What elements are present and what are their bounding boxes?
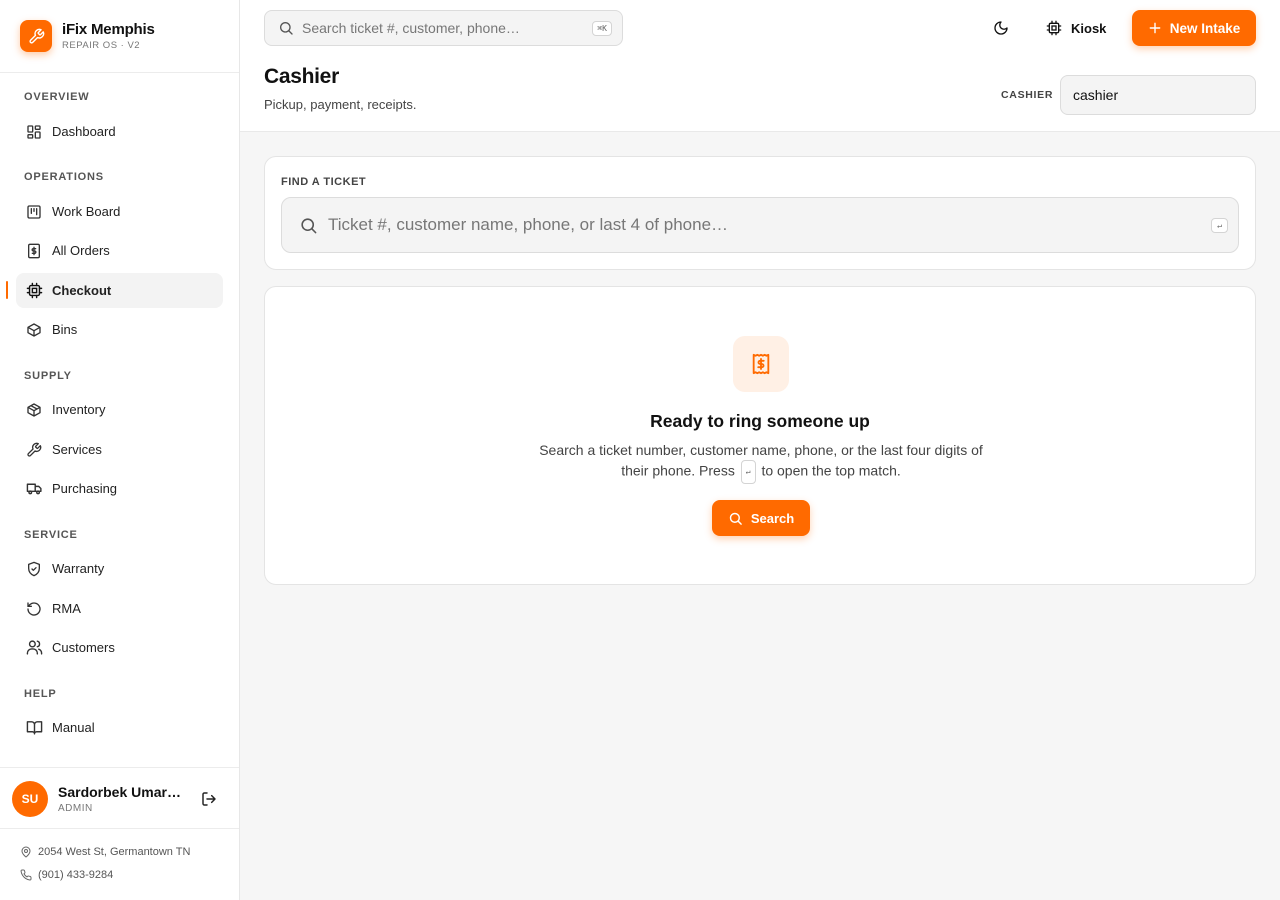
- sidebar-item-label: RMA: [52, 601, 81, 616]
- sidebar-item-label: Purchasing: [52, 481, 118, 496]
- search-button[interactable]: Search: [712, 500, 810, 536]
- user-name: Sardorbek Umarov: [58, 784, 183, 800]
- page-subtitle: Pickup, payment, receipts.: [264, 97, 417, 112]
- sidebar-item-services[interactable]: Services: [16, 432, 223, 467]
- global-search-placeholder: Search ticket #, customer, phone…: [302, 20, 520, 36]
- sidebar-item-work-board[interactable]: Work Board: [16, 194, 223, 229]
- chip-icon: [25, 282, 43, 300]
- theme-toggle-moon-icon[interactable]: [988, 15, 1014, 41]
- cashier-label: CASHIER: [1001, 89, 1054, 101]
- logout-icon[interactable]: [199, 789, 219, 809]
- nav-section-service: SERVICE: [24, 529, 78, 541]
- phone-icon: [20, 869, 32, 881]
- sidebar-item-label: Warranty: [52, 561, 105, 576]
- sidebar-item-customers[interactable]: Customers: [16, 630, 223, 665]
- search-shortcut-hint: ⌘K: [592, 20, 612, 36]
- dashboard-icon: [25, 123, 43, 141]
- user-block: SU Sardorbek Umarov ADMIN: [0, 767, 239, 829]
- find-ticket-label: FIND A TICKET: [281, 176, 367, 188]
- sidebar-item-purchasing[interactable]: Purchasing: [16, 471, 223, 506]
- sidebar-item-label: Inventory: [52, 402, 106, 417]
- empty-state-title: Ready to ring someone up: [650, 411, 870, 431]
- nav-section-overview: OVERVIEW: [24, 91, 90, 103]
- sidebar-item-warranty[interactable]: Warranty: [16, 551, 223, 586]
- kiosk-button[interactable]: Kiosk: [1040, 13, 1112, 43]
- search-button-label: Search: [750, 510, 795, 526]
- book-icon: [25, 719, 43, 737]
- sidebar-item-label: Checkout: [52, 283, 112, 298]
- user-role: ADMIN: [58, 803, 93, 814]
- new-intake-button[interactable]: New Intake: [1132, 10, 1256, 46]
- page-title: Cashier: [264, 65, 339, 88]
- search-icon: [728, 511, 743, 526]
- find-ticket-card: FIND A TICKET Ticket #, customer name, p…: [264, 156, 1256, 270]
- sidebar-item-label: All Orders: [52, 243, 110, 258]
- sidebar-item-label: Services: [52, 442, 102, 457]
- brand-logo-wrench-icon: [20, 20, 52, 52]
- enter-key-hint: ↵: [1211, 217, 1228, 233]
- receipt-dollar-icon: [733, 336, 789, 392]
- ticket-search-input[interactable]: Ticket #, customer name, phone, or last …: [281, 197, 1239, 253]
- store-address: 2054 West St, Germantown TN: [20, 846, 190, 858]
- sidebar-item-label: Dashboard: [52, 124, 116, 139]
- brand-subtitle: REPAIR OS · V2: [62, 40, 141, 51]
- sidebar-item-inventory[interactable]: Inventory: [16, 392, 223, 427]
- store-phone-text: (901) 433-9284: [38, 869, 114, 881]
- nav-section-operations: OPERATIONS: [24, 171, 104, 183]
- wrench-icon: [25, 441, 43, 459]
- map-pin-icon: [20, 846, 32, 858]
- empty-desc-text-end: to open the top match.: [761, 462, 901, 479]
- empty-state-description: Search a ticket number, customer name, p…: [531, 440, 991, 484]
- sidebar-item-label: Manual: [52, 720, 95, 735]
- search-icon: [299, 216, 318, 235]
- nav-section-help: HELP: [24, 688, 57, 700]
- box-icon: [25, 321, 43, 339]
- empty-state-card: Ready to ring someone up Search a ticket…: [264, 286, 1256, 585]
- shield-check-icon: [25, 560, 43, 578]
- plus-icon: [1148, 21, 1162, 35]
- sidebar-item-label: Customers: [52, 640, 115, 655]
- store-address-text: 2054 West St, Germantown TN: [38, 846, 191, 858]
- sidebar-item-checkout[interactable]: Checkout: [16, 273, 223, 308]
- users-icon: [25, 639, 43, 657]
- truck-icon: [25, 480, 43, 498]
- enter-key-hint: ↵: [740, 460, 756, 484]
- sidebar-item-all-orders[interactable]: All Orders: [16, 233, 223, 268]
- rotate-ccw-icon: [25, 600, 43, 618]
- new-intake-label: New Intake: [1169, 20, 1241, 36]
- global-search-input[interactable]: Search ticket #, customer, phone… ⌘K: [264, 10, 623, 46]
- ticket-search-placeholder: Ticket #, customer name, phone, or last …: [328, 215, 729, 234]
- sidebar-item-label: Bins: [52, 322, 78, 337]
- nav-section-supply: SUPPLY: [24, 370, 72, 382]
- sidebar: iFix Memphis REPAIR OS · V2 OVERVIEW Das…: [0, 0, 240, 900]
- store-phone: (901) 433-9284: [20, 869, 113, 881]
- dollar-receipt-icon: [25, 242, 43, 260]
- search-icon: [278, 20, 294, 36]
- chip-icon: [1046, 20, 1062, 36]
- active-indicator: [6, 281, 8, 299]
- sidebar-item-dashboard[interactable]: Dashboard: [16, 114, 223, 149]
- avatar[interactable]: SU: [12, 781, 48, 817]
- sidebar-item-rma[interactable]: RMA: [16, 591, 223, 626]
- kiosk-label: Kiosk: [1071, 20, 1107, 36]
- brand-name: iFix Memphis: [62, 21, 155, 38]
- package-icon: [25, 401, 43, 419]
- sidebar-item-label: Work Board: [52, 204, 121, 219]
- board-icon: [25, 203, 43, 221]
- cashier-field[interactable]: cashier: [1060, 75, 1256, 115]
- brand: iFix Memphis REPAIR OS · V2: [0, 0, 239, 73]
- sidebar-item-bins[interactable]: Bins: [16, 312, 223, 347]
- sidebar-item-manual[interactable]: Manual: [16, 710, 223, 745]
